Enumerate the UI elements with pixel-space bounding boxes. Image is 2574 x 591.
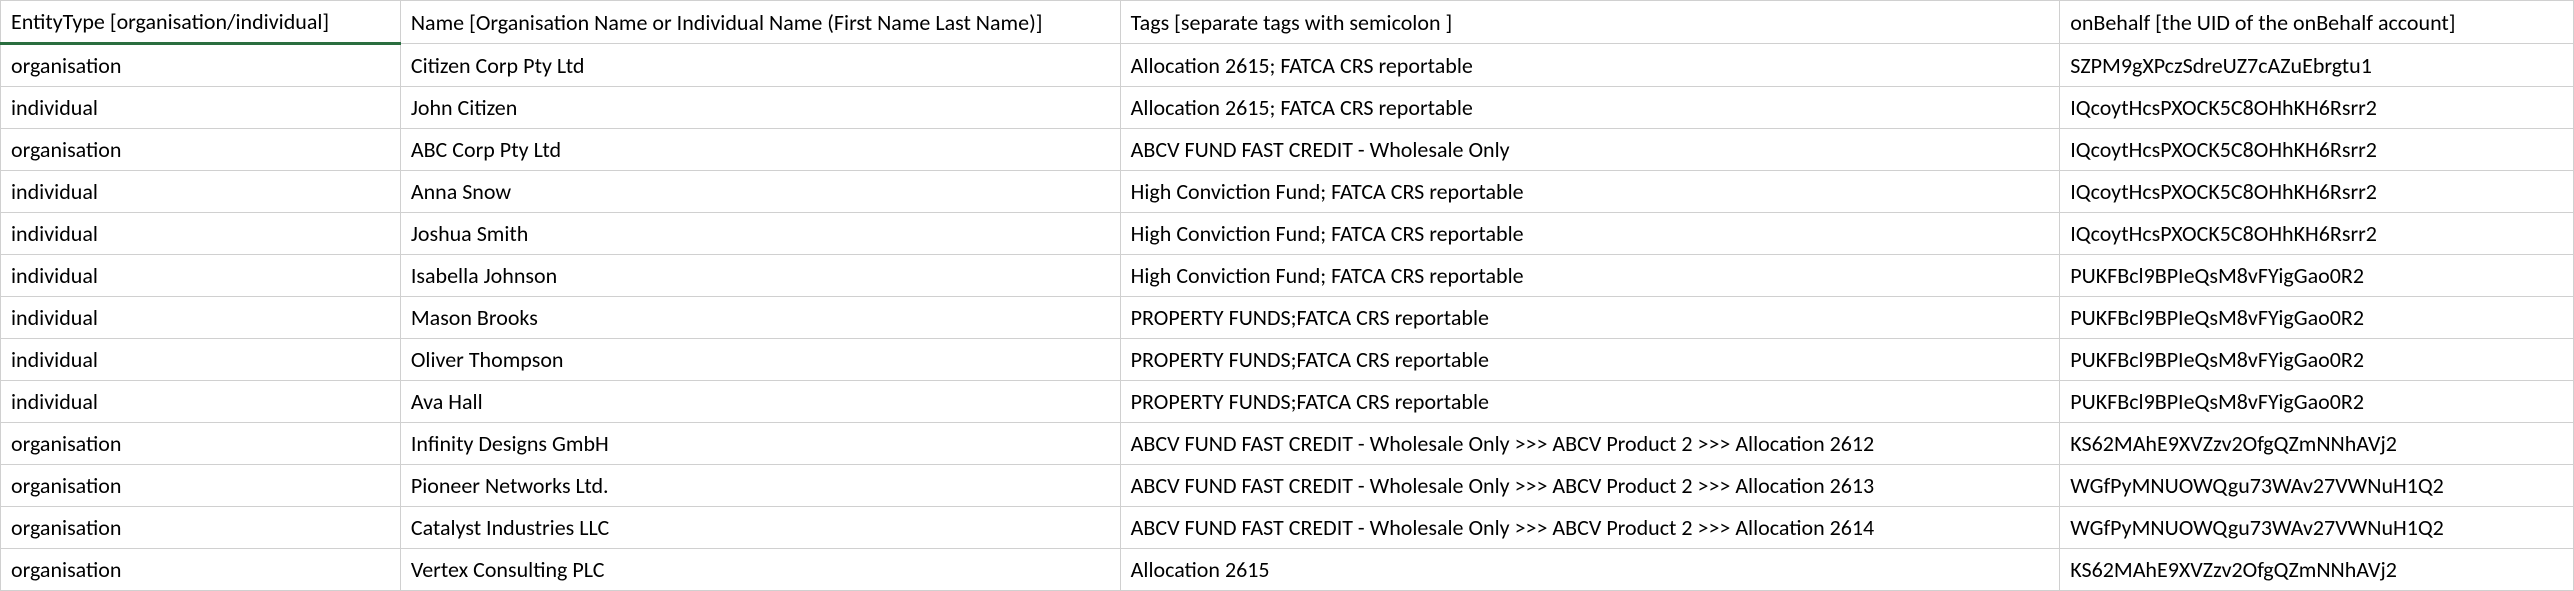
cell-entity-type[interactable]: individual: [1, 255, 401, 297]
table-row: organisation Citizen Corp Pty Ltd Alloca…: [1, 44, 2574, 87]
table-header-row: EntityType [organisation/individual] Nam…: [1, 1, 2574, 44]
cell-onbehalf[interactable]: KS62MAhE9XVZzv2OfgQZmNNhAVj2: [2060, 423, 2574, 465]
cell-name[interactable]: Catalyst Industries LLC: [400, 507, 1120, 549]
cell-entity-type[interactable]: individual: [1, 171, 401, 213]
cell-entity-type[interactable]: individual: [1, 213, 401, 255]
cell-entity-type[interactable]: organisation: [1, 129, 401, 171]
cell-onbehalf[interactable]: IQcoytHcsPXOCK5C8OHhKH6Rsrr2: [2060, 213, 2574, 255]
cell-name[interactable]: Isabella Johnson: [400, 255, 1120, 297]
table-row: individual Ava Hall PROPERTY FUNDS;FATCA…: [1, 381, 2574, 423]
cell-tags[interactable]: High Conviction Fund; FATCA CRS reportab…: [1120, 255, 2060, 297]
cell-tags[interactable]: PROPERTY FUNDS;FATCA CRS reportable: [1120, 381, 2060, 423]
cell-entity-type[interactable]: individual: [1, 381, 401, 423]
table-row: individual Oliver Thompson PROPERTY FUND…: [1, 339, 2574, 381]
cell-name[interactable]: Citizen Corp Pty Ltd: [400, 44, 1120, 87]
cell-onbehalf[interactable]: PUKFBcl9BPIeQsM8vFYigGao0R2: [2060, 339, 2574, 381]
cell-onbehalf[interactable]: PUKFBcl9BPIeQsM8vFYigGao0R2: [2060, 381, 2574, 423]
cell-name[interactable]: Mason Brooks: [400, 297, 1120, 339]
cell-entity-type[interactable]: organisation: [1, 549, 401, 591]
cell-entity-type[interactable]: individual: [1, 87, 401, 129]
cell-onbehalf[interactable]: IQcoytHcsPXOCK5C8OHhKH6Rsrr2: [2060, 171, 2574, 213]
table-row: individual Isabella Johnson High Convict…: [1, 255, 2574, 297]
table-row: individual Mason Brooks PROPERTY FUNDS;F…: [1, 297, 2574, 339]
cell-entity-type[interactable]: organisation: [1, 44, 401, 87]
header-entity-type[interactable]: EntityType [organisation/individual]: [1, 1, 401, 44]
cell-name[interactable]: Anna Snow: [400, 171, 1120, 213]
cell-tags[interactable]: PROPERTY FUNDS;FATCA CRS reportable: [1120, 339, 2060, 381]
cell-name[interactable]: Oliver Thompson: [400, 339, 1120, 381]
table-row: individual John Citizen Allocation 2615;…: [1, 87, 2574, 129]
cell-entity-type[interactable]: individual: [1, 297, 401, 339]
table-row: individual Anna Snow High Conviction Fun…: [1, 171, 2574, 213]
cell-onbehalf[interactable]: IQcoytHcsPXOCK5C8OHhKH6Rsrr2: [2060, 129, 2574, 171]
cell-tags[interactable]: Allocation 2615; FATCA CRS reportable: [1120, 44, 2060, 87]
cell-tags[interactable]: PROPERTY FUNDS;FATCA CRS reportable: [1120, 297, 2060, 339]
cell-tags[interactable]: ABCV FUND FAST CREDIT - Wholesale Only >…: [1120, 465, 2060, 507]
cell-onbehalf[interactable]: WGfPyMNUOWQgu73WAv27VWNuH1Q2: [2060, 465, 2574, 507]
table-row: organisation Pioneer Networks Ltd. ABCV …: [1, 465, 2574, 507]
cell-onbehalf[interactable]: SZPM9gXPczSdreUZ7cAZuEbrgtu1: [2060, 44, 2574, 87]
cell-onbehalf[interactable]: PUKFBcl9BPIeQsM8vFYigGao0R2: [2060, 297, 2574, 339]
cell-tags[interactable]: High Conviction Fund; FATCA CRS reportab…: [1120, 213, 2060, 255]
cell-name[interactable]: Ava Hall: [400, 381, 1120, 423]
cell-tags[interactable]: ABCV FUND FAST CREDIT - Wholesale Only: [1120, 129, 2060, 171]
cell-tags[interactable]: Allocation 2615: [1120, 549, 2060, 591]
cell-name[interactable]: Infinity Designs GmbH: [400, 423, 1120, 465]
header-onbehalf[interactable]: onBehalf [the UID of the onBehalf accoun…: [2060, 1, 2574, 44]
cell-entity-type[interactable]: individual: [1, 339, 401, 381]
cell-entity-type[interactable]: organisation: [1, 465, 401, 507]
table-row: organisation ABC Corp Pty Ltd ABCV FUND …: [1, 129, 2574, 171]
spreadsheet-table: EntityType [organisation/individual] Nam…: [0, 0, 2574, 591]
cell-name[interactable]: John Citizen: [400, 87, 1120, 129]
cell-name[interactable]: ABC Corp Pty Ltd: [400, 129, 1120, 171]
cell-entity-type[interactable]: organisation: [1, 507, 401, 549]
header-name[interactable]: Name [Organisation Name or Individual Na…: [400, 1, 1120, 44]
table-row: individual Joshua Smith High Conviction …: [1, 213, 2574, 255]
table-row: organisation Catalyst Industries LLC ABC…: [1, 507, 2574, 549]
cell-onbehalf[interactable]: IQcoytHcsPXOCK5C8OHhKH6Rsrr2: [2060, 87, 2574, 129]
cell-onbehalf[interactable]: PUKFBcl9BPIeQsM8vFYigGao0R2: [2060, 255, 2574, 297]
cell-entity-type[interactable]: organisation: [1, 423, 401, 465]
cell-tags[interactable]: ABCV FUND FAST CREDIT - Wholesale Only >…: [1120, 507, 2060, 549]
cell-name[interactable]: Joshua Smith: [400, 213, 1120, 255]
cell-tags[interactable]: Allocation 2615; FATCA CRS reportable: [1120, 87, 2060, 129]
table-row: organisation Infinity Designs GmbH ABCV …: [1, 423, 2574, 465]
cell-name[interactable]: Vertex Consulting PLC: [400, 549, 1120, 591]
cell-tags[interactable]: ABCV FUND FAST CREDIT - Wholesale Only >…: [1120, 423, 2060, 465]
cell-name[interactable]: Pioneer Networks Ltd.: [400, 465, 1120, 507]
cell-onbehalf[interactable]: WGfPyMNUOWQgu73WAv27VWNuH1Q2: [2060, 507, 2574, 549]
cell-onbehalf[interactable]: KS62MAhE9XVZzv2OfgQZmNNhAVj2: [2060, 549, 2574, 591]
header-tags[interactable]: Tags [separate tags with semicolon ]: [1120, 1, 2060, 44]
cell-tags[interactable]: High Conviction Fund; FATCA CRS reportab…: [1120, 171, 2060, 213]
table-row: organisation Vertex Consulting PLC Alloc…: [1, 549, 2574, 591]
